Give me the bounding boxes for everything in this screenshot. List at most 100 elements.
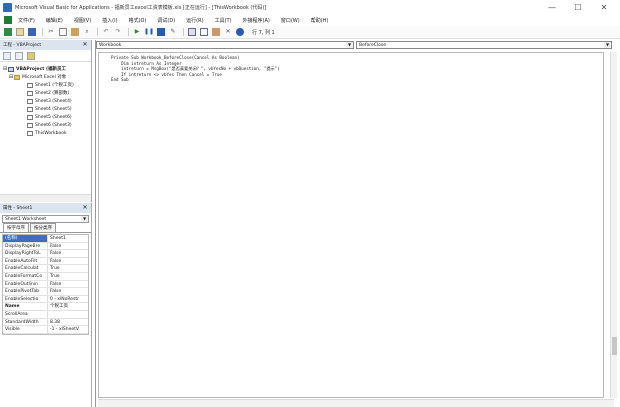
maximize-button[interactable]: ☐ <box>567 0 589 14</box>
object-select[interactable]: Sheet1 Worksheet ▼ <box>2 215 89 223</box>
menu-insert[interactable]: 插入(I) <box>102 17 117 24</box>
tree-node-sheet6[interactable]: Sheet6 (Sheet3) <box>3 121 91 129</box>
property-value[interactable]: False <box>48 281 88 288</box>
property-value[interactable] <box>48 311 88 318</box>
menu-addins[interactable]: 外接程序(A) <box>243 17 270 24</box>
property-value[interactable]: True <box>48 273 88 280</box>
property-row[interactable]: (名称) Sheet1 <box>3 235 88 243</box>
standard-toolbar: ✂ ⌕ ↶ ↷ ▶ ❚❚ ✎ ✕ 行 7, 列 1 <box>0 26 620 39</box>
property-value[interactable]: -1 - xlSheetV <box>48 326 88 333</box>
copy-icon[interactable] <box>59 28 67 36</box>
menu-format[interactable]: 格式(O) <box>129 17 147 24</box>
code-hscrollbar[interactable] <box>98 399 614 407</box>
toolbar-separator <box>97 28 98 36</box>
project-tree: ⊟ VBAProject (福新员工 ⊟ Microsoft Excel 对象 … <box>0 62 91 137</box>
view-object-icon[interactable] <box>15 51 23 60</box>
view-excel-icon[interactable] <box>4 28 12 36</box>
run-icon[interactable]: ▶ <box>133 28 141 36</box>
properties-icon[interactable] <box>200 28 208 36</box>
project-explorer-icon[interactable] <box>188 28 196 36</box>
tree-node-thisworkbook[interactable]: ThisWorkbook <box>3 129 91 137</box>
property-row[interactable]: DisplayRightToL False <box>3 250 88 258</box>
code-vscrollbar[interactable] <box>610 52 617 398</box>
excel-icon[interactable] <box>4 16 12 24</box>
tree-node-sheet5[interactable]: Sheet5 (Sheet6) <box>3 113 91 121</box>
redo-icon[interactable]: ↷ <box>114 28 122 36</box>
menu-help[interactable]: 帮助(H) <box>311 17 329 24</box>
property-value[interactable]: False <box>48 258 88 265</box>
tree-node-vbaproject[interactable]: ⊟ VBAProject (福新员工 <box>3 65 91 73</box>
property-row[interactable]: EnableFormatCo True <box>3 272 88 281</box>
menu-file[interactable]: 文件(F) <box>18 17 35 24</box>
property-name: Name <box>3 303 48 310</box>
menu-edit[interactable]: 编辑(E) <box>46 17 63 24</box>
tree-node-label: VBAProject (福新员工 <box>16 67 67 72</box>
minimize-button[interactable]: — <box>541 0 563 14</box>
tab-categorized[interactable]: 按分类序 <box>30 223 56 232</box>
help-icon[interactable] <box>236 28 244 36</box>
menu-run[interactable]: 运行(R) <box>186 17 203 24</box>
break-icon[interactable]: ❚❚ <box>144 28 154 36</box>
view-code-icon[interactable] <box>3 51 11 60</box>
object-combo[interactable]: Workbook ▼ <box>96 41 354 49</box>
menu-view[interactable]: 视图(V) <box>74 17 91 24</box>
code-editor[interactable]: Private Sub Workbook_BeforeClose(Cancel … <box>98 52 604 398</box>
code-line[interactable]: End Sub <box>111 77 603 83</box>
close-button[interactable]: ✕ <box>593 0 615 14</box>
menu-tools[interactable]: 工具(T) <box>215 17 232 24</box>
property-name: EnableOutlinin <box>3 280 48 288</box>
save-icon[interactable] <box>28 28 36 36</box>
design-mode-icon[interactable]: ✎ <box>169 28 177 36</box>
menu-window[interactable]: 窗口(W) <box>281 17 300 24</box>
undo-icon[interactable]: ↶ <box>102 28 110 36</box>
property-row[interactable]: EnablePivotTab False <box>3 288 88 296</box>
code-window: Workbook ▼ BeforeClose ▼ Private Sub Wor… <box>95 40 620 407</box>
tree-node-sheet3[interactable]: Sheet3 (Sheet4) <box>3 97 91 105</box>
tree-node-sheet4[interactable]: Sheet4 (Sheet5) <box>3 105 91 113</box>
property-row[interactable]: DisplayPageBre False <box>3 242 88 251</box>
menu-bar: 文件(F) 编辑(E) 视图(V) 插入(I) 格式(O) 调试(D) 运行(R… <box>0 14 620 26</box>
property-row[interactable]: StandardWidth 8.38 <box>3 318 88 327</box>
project-explorer: 工程 - VBAProject ✕ ⊟ VBAProject (福新员工 ⊟ M… <box>0 40 92 202</box>
chevron-down-icon[interactable]: ▼ <box>604 42 611 48</box>
property-row[interactable]: EnableCalculat True <box>3 265 88 273</box>
reset-icon[interactable] <box>157 28 165 36</box>
tree-node-sheet2[interactable]: Sheet2 (算部数) <box>3 89 91 97</box>
property-row[interactable]: Name 个税工资 <box>3 303 88 311</box>
property-value[interactable]: False <box>48 250 88 257</box>
chevron-down-icon[interactable]: ▼ <box>346 42 353 48</box>
property-row[interactable]: Visible -1 - xlSheetV <box>3 326 88 334</box>
project-pane-close-icon[interactable]: ✕ <box>81 41 89 49</box>
property-value[interactable]: 个税工资 <box>48 303 88 310</box>
property-value[interactable]: 0 - xlNoRestr <box>48 296 88 303</box>
project-pane-hscrollbar[interactable] <box>0 194 91 202</box>
tab-alphabetic[interactable]: 按字母序 <box>3 223 29 232</box>
find-icon[interactable]: ⌕ <box>83 28 91 36</box>
property-row[interactable]: ScrollArea <box>3 310 88 319</box>
insert-module-icon[interactable] <box>16 28 24 36</box>
property-value[interactable]: 8.38 <box>48 319 88 326</box>
props-pane-close-icon[interactable]: ✕ <box>81 204 89 212</box>
object-browser-icon[interactable] <box>212 28 220 36</box>
tree-node-sheet1[interactable]: Sheet1 (个税工资) <box>3 81 91 89</box>
paste-icon[interactable] <box>71 28 79 36</box>
props-pane-title-text: 属性 - Sheet1 <box>3 206 33 211</box>
property-name: EnableAutoFilt <box>3 257 48 265</box>
project-pane-title: 工程 - VBAProject ✕ <box>0 40 91 50</box>
chevron-down-icon[interactable]: ▼ <box>81 216 88 222</box>
menu-debug[interactable]: 调试(D) <box>157 17 175 24</box>
property-row[interactable]: EnableOutlinin False <box>3 280 88 289</box>
property-value[interactable]: False <box>48 288 88 295</box>
property-name: EnablePivotTab <box>3 288 48 295</box>
property-row[interactable]: EnableAutoFilt False <box>3 257 88 266</box>
scrollbar-thumb[interactable] <box>612 337 617 355</box>
toggle-folders-icon[interactable] <box>27 51 35 60</box>
toolbox-icon[interactable]: ✕ <box>224 28 232 36</box>
property-value[interactable]: True <box>48 265 88 272</box>
tree-node-excel-objects[interactable]: ⊟ Microsoft Excel 对象 <box>3 73 91 81</box>
procedure-combo[interactable]: BeforeClose ▼ <box>356 41 612 49</box>
property-value[interactable]: Sheet1 <box>48 235 88 242</box>
property-value[interactable]: False <box>48 243 88 250</box>
property-row[interactable]: EnableSelectio 0 - xlNoRestr <box>3 295 88 304</box>
cut-icon[interactable]: ✂ <box>47 28 55 36</box>
